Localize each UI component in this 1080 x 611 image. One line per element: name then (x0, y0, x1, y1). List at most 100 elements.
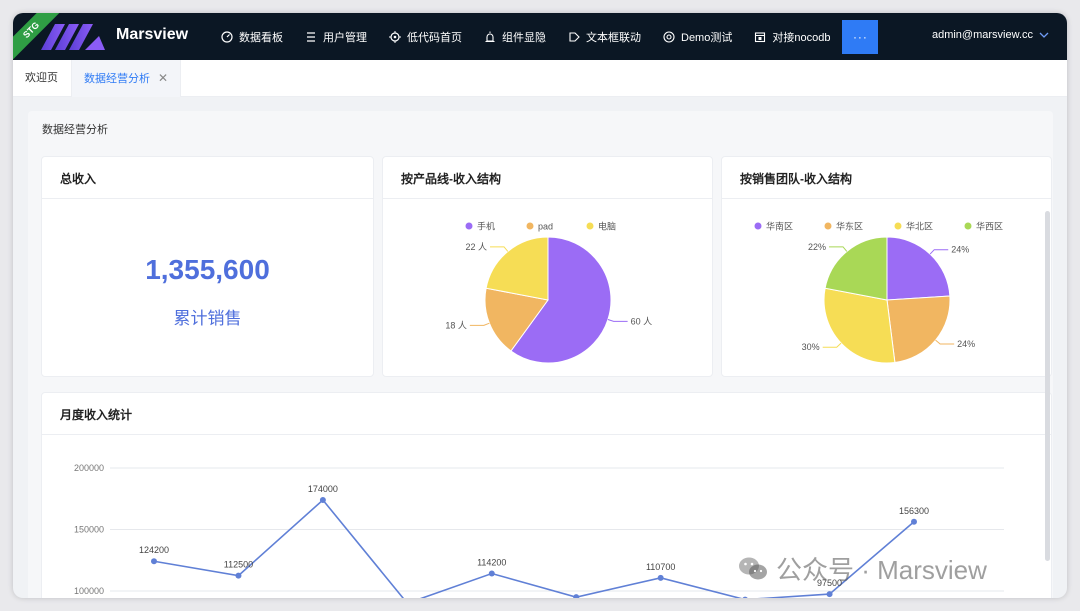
legend-marker (894, 222, 902, 230)
data-point (488, 570, 495, 577)
nav-item-dashboard[interactable]: 数据看板 (221, 29, 283, 45)
pie-label: 24% (951, 245, 969, 255)
tag-icon (569, 31, 580, 42)
marsview-logo-icon (41, 24, 105, 50)
data-label: 124200 (139, 545, 169, 555)
user-email: admin@marsview.cc (931, 29, 1033, 41)
team-pie-chart: 华南区 华东区 华北区 华西区 24% 24% 30% 22% (754, 221, 1003, 364)
pie-label: 24% (957, 339, 975, 349)
tab-data-analysis[interactable]: 数据经营分析 ✕ (71, 60, 182, 97)
product-pie-chart: 手机 pad 电脑 60 人 18 人 22 人 (445, 221, 653, 364)
data-point (151, 558, 157, 565)
pie-label-line (607, 318, 628, 322)
legend-marker (754, 222, 762, 230)
data-point (826, 591, 833, 598)
page-content: 数据经营分析 总收入 1,355,600 累计销售 按产品线-收入结构 手机 pa… (28, 111, 1053, 598)
nav-item-label: 低代码首页 (407, 31, 462, 44)
pie-label-line (935, 339, 955, 345)
chevron-down-icon (1039, 32, 1049, 38)
user-list-icon (307, 31, 315, 42)
total-revenue-subtitle: 累计销售 (173, 309, 242, 328)
nav-item-label: 数据看板 (239, 31, 283, 44)
alarm-icon (485, 31, 495, 42)
nav-item-component-visibility[interactable]: 组件显隐 (484, 29, 546, 45)
data-label: 112500 (224, 560, 253, 570)
pie-label-line (490, 246, 509, 252)
total-revenue-value: 1,355,600 (145, 254, 270, 285)
pie-label-line (829, 246, 848, 252)
pie-slice (886, 295, 951, 364)
legend-label: pad (538, 222, 553, 232)
page-tabs: 欢迎页 数据经营分析 ✕ (13, 60, 1067, 97)
legend-label: 华北区 (906, 221, 933, 232)
nav-item-label: 用户管理 (323, 31, 367, 44)
nav-item-lowcode-home[interactable]: 低代码首页 (389, 29, 462, 45)
card-team-revenue: 按销售团队-收入结构 华南区 华东区 华北区 华西区 24% 24% 30% 22% (721, 156, 1052, 377)
tab-label: 数据经营分析 (84, 73, 150, 85)
app-window: STG Marsview 数据看板 用户管理 低代码首页 组件显隐 文本框联动 … (13, 13, 1067, 598)
user-menu[interactable]: admin@marsview.cc (932, 29, 1049, 41)
legend-marker (586, 222, 594, 230)
close-icon[interactable]: ✕ (158, 71, 168, 85)
pie-slice (886, 236, 951, 301)
data-point (235, 572, 242, 579)
nav-item-demo-test[interactable]: Demo测试 (663, 29, 732, 45)
legend-label: 华西区 (976, 221, 1003, 232)
card-title: 月度收入统计 (60, 408, 133, 422)
pie-label: 18 人 (445, 320, 467, 330)
nav-item-user-management[interactable]: 用户管理 (305, 29, 367, 45)
page-title: 数据经营分析 (42, 124, 108, 136)
main-nav: 数据看板 用户管理 低代码首页 组件显隐 文本框联动 Demo测试 对接noco… (221, 13, 879, 60)
legend-label: 电脑 (598, 221, 616, 232)
chrome-icon (663, 30, 675, 43)
legend-label: 手机 (477, 221, 495, 232)
top-navbar: STG Marsview 数据看板 用户管理 低代码首页 组件显隐 文本框联动 … (13, 13, 1067, 64)
nav-item-label: 对接nocodb (772, 31, 831, 44)
y-tick-label: 150000 (74, 525, 104, 535)
data-point (657, 574, 664, 581)
watermark: 公众号 · Marsview (738, 550, 987, 587)
data-label: 114200 (477, 558, 506, 568)
nav-item-label: 文本框联动 (586, 31, 641, 44)
data-point (319, 496, 326, 503)
pie-label: 22% (808, 242, 826, 252)
nav-item-nocodb[interactable]: 对接nocodb (754, 29, 830, 45)
nav-item-label: 组件显隐 (502, 31, 546, 44)
nav-more-button[interactable]: ··· (842, 19, 879, 54)
pie-label-line (822, 342, 842, 348)
card-title: 按产品线-收入结构 (401, 172, 501, 186)
app-title: Marsview (116, 26, 189, 43)
data-label: 156300 (899, 506, 929, 516)
target-icon (389, 30, 401, 43)
legend-marker (465, 222, 473, 230)
legend-marker (526, 222, 534, 230)
tab-welcome[interactable]: 欢迎页 (25, 60, 58, 97)
pie-label: 60 人 (631, 316, 653, 326)
legend-label: 华南区 (766, 221, 793, 232)
card-divider (42, 198, 373, 199)
data-point (742, 596, 748, 598)
pie-label-line (929, 249, 949, 255)
data-label: 174000 (308, 484, 338, 494)
vertical-scrollbar[interactable] (1045, 211, 1050, 561)
y-tick-label: 200000 (74, 463, 104, 473)
calendar-icon (755, 31, 766, 42)
y-tick-label: 100000 (74, 586, 104, 596)
watermark-text: 公众号 · Marsview (776, 555, 987, 585)
card-title: 总收入 (60, 172, 97, 186)
nav-item-text-linkage[interactable]: 文本框联动 (568, 29, 641, 45)
tab-label: 欢迎页 (25, 72, 58, 84)
card-product-revenue: 按产品线-收入结构 手机 pad 电脑 60 人 18 人 22 人 (382, 156, 713, 377)
legend-marker (824, 222, 832, 230)
data-label: 110700 (646, 562, 675, 572)
pie-label: 30% (802, 342, 820, 352)
card-title: 按销售团队-收入结构 (740, 172, 852, 186)
legend-marker (964, 222, 972, 230)
nav-item-label: Demo测试 (681, 31, 733, 44)
card-total-revenue: 总收入 1,355,600 累计销售 (41, 156, 374, 377)
legend-label: 华东区 (836, 221, 863, 232)
pie-label: 22 人 (466, 242, 488, 252)
data-point (911, 518, 917, 525)
wechat-icon (739, 557, 767, 579)
data-point (573, 594, 580, 598)
